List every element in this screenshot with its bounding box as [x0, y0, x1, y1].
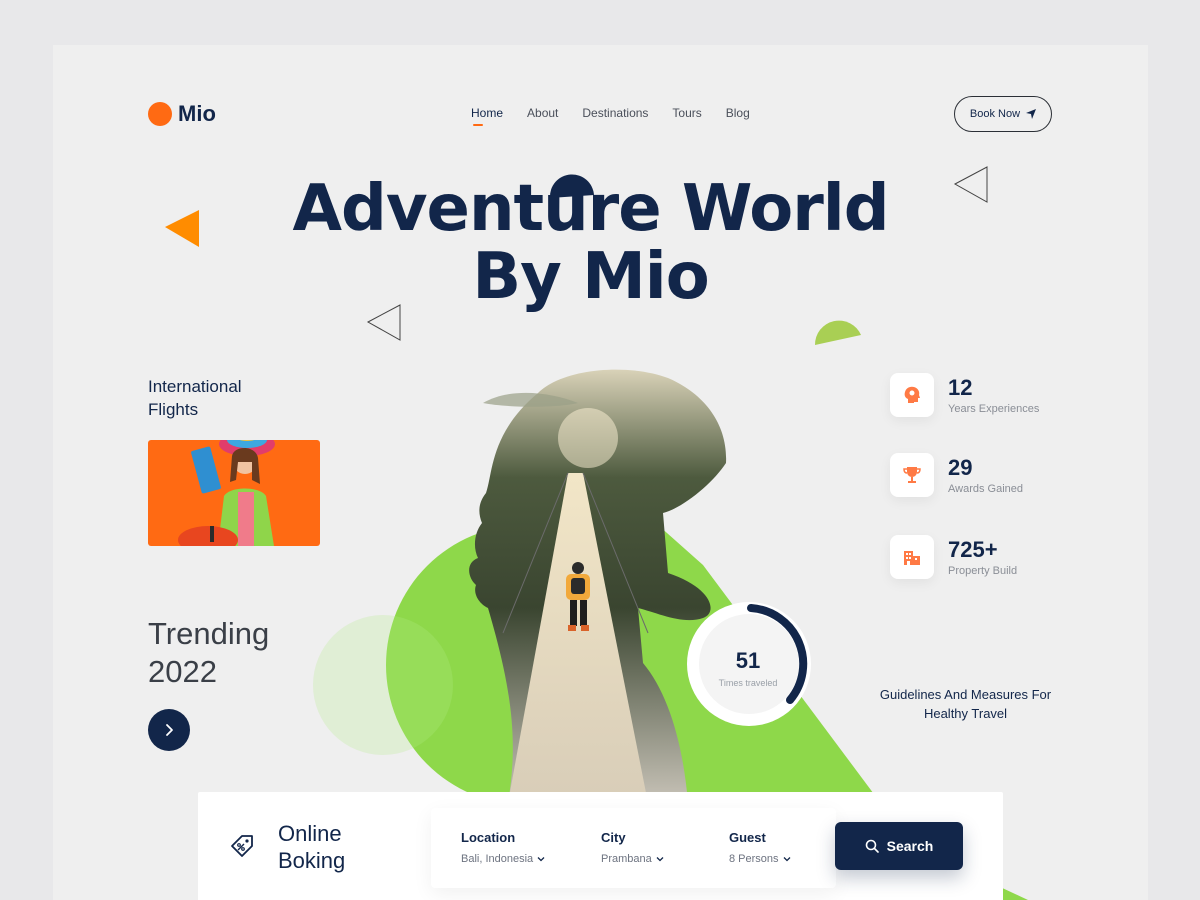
hero-title-line1: Adventure World: [292, 172, 889, 246]
city-value: Prambana: [601, 853, 652, 865]
next-button[interactable]: [148, 709, 190, 751]
guest-label: Guest: [729, 830, 766, 845]
discount-tag-icon: [231, 835, 253, 857]
stat-property: 725+ Property Build: [890, 535, 1017, 579]
logo-text: Mio: [178, 101, 216, 126]
stat-awards-value: 29: [948, 455, 973, 480]
guest-select[interactable]: 8 Persons: [729, 853, 791, 865]
nav-destinations[interactable]: Destinations: [582, 106, 648, 120]
trending-line2: 2022: [148, 654, 217, 689]
stat-years-label: Years Experiences: [948, 403, 1040, 415]
hero-title: Adventure World By Mio: [193, 175, 988, 311]
guidelines-link[interactable]: Guidelines And Measures For Healthy Trav…: [873, 685, 1058, 723]
nav-home[interactable]: Home: [471, 106, 503, 126]
logo-mark: [148, 102, 172, 126]
search-label: Search: [886, 838, 934, 854]
location-label: Location: [461, 830, 516, 845]
page-frame: Mio Home About Destinations Tours Blog B…: [53, 45, 1148, 900]
international-flights-card[interactable]: [148, 440, 320, 546]
online-booking-panel: Online Boking Location Bali, Indonesia C…: [198, 792, 1003, 900]
book-now-button[interactable]: Book Now: [954, 96, 1052, 132]
intl-line2: Flights: [148, 400, 199, 419]
stat-awards-label: Awards Gained: [948, 483, 1024, 495]
chevron-right-icon: [166, 724, 173, 736]
green-half-circle: [814, 320, 861, 345]
hero-title-line2: By Mio: [472, 240, 709, 314]
stat-years-value: 12: [948, 375, 973, 400]
nav-tours[interactable]: Tours: [672, 106, 701, 120]
book-now-label: Book Now: [969, 108, 1021, 120]
trending-heading: Trending 2022: [148, 615, 269, 691]
guest-field[interactable]: Guest 8 Persons: [729, 830, 791, 865]
guidelines-line2: Healthy Travel: [923, 706, 1008, 721]
main-nav: Home About Destinations Tours Blog: [471, 106, 750, 126]
chevron-down-icon: [537, 857, 545, 862]
trending-line1: Trending: [148, 616, 270, 651]
stat-awards: 29 Awards Gained: [890, 453, 1023, 497]
city-label: City: [601, 830, 626, 845]
location-value: Bali, Indonesia: [461, 853, 534, 865]
city-field[interactable]: City Prambana: [601, 830, 664, 865]
location-select[interactable]: Bali, Indonesia: [461, 853, 545, 865]
stat-property-label: Property Build: [948, 565, 1018, 577]
ob-line2: Boking: [278, 848, 346, 873]
chevron-down-icon: [783, 857, 790, 862]
times-traveled-label: Times traveled: [718, 678, 778, 688]
nav-blog[interactable]: Blog: [726, 106, 750, 120]
nav-about[interactable]: About: [527, 106, 558, 120]
trophy-icon: [890, 453, 934, 497]
city-select[interactable]: Prambana: [601, 853, 664, 865]
location-field[interactable]: Location Bali, Indonesia: [461, 830, 545, 865]
guidelines-line1: Guidelines And Measures For: [879, 687, 1052, 702]
guest-value: 8 Persons: [729, 853, 779, 865]
chevron-down-icon: [656, 857, 664, 862]
international-flights-heading: International Flights: [148, 375, 288, 421]
search-icon: [865, 839, 879, 853]
traveler-woman-image: [178, 440, 275, 546]
building-icon: [890, 535, 934, 579]
ob-line1: Online: [278, 821, 342, 846]
hero-silhouette-image: [469, 369, 727, 803]
logo[interactable]: Mio: [148, 101, 216, 127]
stat-property-value: 725+: [948, 537, 998, 562]
online-booking-title: Online Boking: [278, 820, 345, 874]
idea-head-icon: [890, 373, 934, 417]
send-icon: [1026, 109, 1037, 119]
stat-years: 12 Years Experiences: [890, 373, 1039, 417]
intl-line1: International: [148, 377, 242, 396]
times-traveled-value: 51: [735, 648, 761, 673]
search-button[interactable]: Search: [835, 822, 963, 870]
booking-fields: Location Bali, Indonesia City Prambana G…: [431, 808, 836, 888]
